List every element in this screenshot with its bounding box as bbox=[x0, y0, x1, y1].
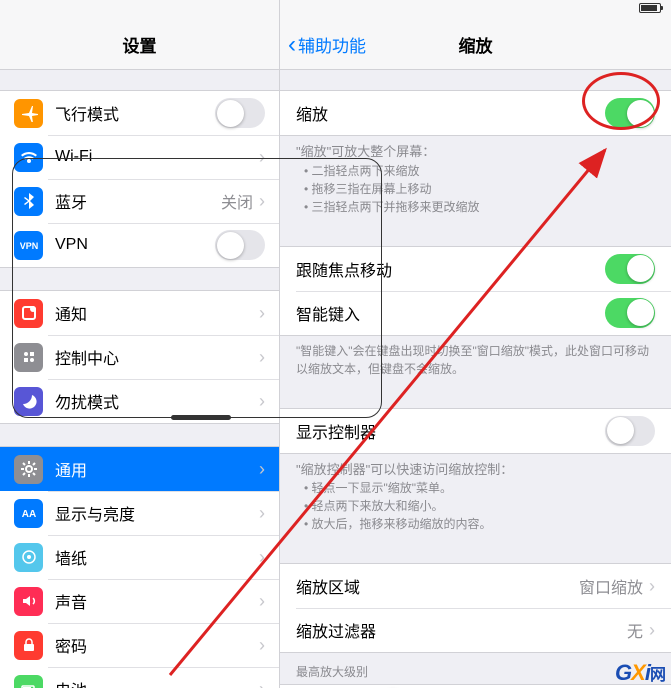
sidebar-label: 墙纸 bbox=[55, 545, 259, 569]
sidebar-item-airplane[interactable]: 飞行模式 bbox=[0, 91, 279, 135]
chevron-right-icon: › bbox=[259, 635, 265, 656]
status-bar-right bbox=[280, 0, 671, 20]
vpn-toggle[interactable] bbox=[215, 230, 265, 260]
settings-title: 设置 bbox=[123, 32, 157, 57]
back-button[interactable]: ‹ 辅助功能 bbox=[288, 31, 366, 59]
general-icon bbox=[14, 455, 43, 484]
control-icon bbox=[14, 343, 43, 372]
dnd-icon bbox=[14, 387, 43, 416]
sidebar-label: 电池 bbox=[55, 677, 259, 688]
row-label: 缩放 bbox=[296, 101, 605, 125]
passcode-icon bbox=[14, 631, 43, 660]
sidebar-label: 声音 bbox=[55, 589, 259, 613]
battery-icon bbox=[639, 3, 661, 13]
row-跟随焦点移动: 跟随焦点移动 bbox=[280, 247, 671, 291]
sidebar-label: 飞行模式 bbox=[55, 101, 215, 125]
chevron-right-icon: › bbox=[649, 620, 655, 641]
airplane-icon bbox=[14, 99, 43, 128]
sidebar-item-dnd[interactable]: 勿扰模式› bbox=[0, 379, 279, 423]
sidebar-label: 密码 bbox=[55, 633, 259, 657]
display-icon: AA bbox=[14, 499, 43, 528]
chevron-right-icon: › bbox=[259, 679, 265, 688]
chevron-right-icon: › bbox=[259, 547, 265, 568]
缩放区域-value: 窗口缩放 bbox=[579, 574, 643, 598]
智能键入-toggle[interactable] bbox=[605, 298, 655, 328]
settings-sidebar: 设置 飞行模式Wi-Fi›蓝牙关闭›VPNVPN通知›控制中心›勿扰模式›通用›… bbox=[0, 0, 280, 688]
row-缩放区域[interactable]: 缩放区域窗口缩放 › bbox=[280, 564, 671, 608]
bluetooth-icon bbox=[14, 187, 43, 216]
back-label: 辅助功能 bbox=[298, 32, 366, 57]
sidebar-item-display[interactable]: AA 显示与亮度› bbox=[0, 491, 279, 535]
缩放-toggle[interactable] bbox=[605, 98, 655, 128]
sidebar-item-passcode[interactable]: 密码› bbox=[0, 623, 279, 667]
svg-text:AA: AA bbox=[21, 509, 35, 520]
battery-icon bbox=[14, 675, 43, 688]
chevron-right-icon: › bbox=[649, 576, 655, 597]
sidebar-item-vpn[interactable]: VPN VPN bbox=[0, 223, 279, 267]
right-header: ‹ 辅助功能 缩放 bbox=[280, 20, 671, 70]
row-显示控制器: 显示控制器 bbox=[280, 409, 671, 453]
sidebar-label: VPN bbox=[55, 236, 215, 254]
row-缩放过滤器[interactable]: 缩放过滤器无 › bbox=[280, 608, 671, 652]
sidebar-label: Wi-Fi bbox=[55, 148, 253, 166]
row-缩放: 缩放 bbox=[280, 91, 671, 135]
跟随焦点移动-toggle[interactable] bbox=[605, 254, 655, 284]
sidebar-item-sound[interactable]: 声音› bbox=[0, 579, 279, 623]
chevron-right-icon: › bbox=[259, 459, 265, 480]
row-label: 跟随焦点移动 bbox=[296, 257, 605, 281]
notify-icon bbox=[14, 299, 43, 328]
sidebar-label: 蓝牙 bbox=[55, 189, 221, 213]
chevron-right-icon: › bbox=[259, 191, 265, 212]
watermark: GXi网 bbox=[615, 660, 665, 686]
row-label: 缩放区域 bbox=[296, 574, 579, 598]
chevron-left-icon: ‹ bbox=[288, 31, 296, 59]
airplane-toggle[interactable] bbox=[215, 98, 265, 128]
sidebar-label: 控制中心 bbox=[55, 345, 259, 369]
sidebar-item-general[interactable]: 通用› bbox=[0, 447, 279, 491]
sidebar-item-wallpaper[interactable]: 墙纸› bbox=[0, 535, 279, 579]
row-label: 智能键入 bbox=[296, 301, 605, 325]
zoom-title: 缩放 bbox=[459, 32, 493, 57]
detail-pane: ‹ 辅助功能 缩放 缩放 "缩放"可放大整个屏幕：• 二指轻点两下来缩放• 拖移三… bbox=[280, 0, 671, 688]
sidebar-label: 通知 bbox=[55, 301, 259, 325]
row-label: 缩放过滤器 bbox=[296, 618, 627, 642]
缩放过滤器-value: 无 bbox=[627, 618, 643, 642]
section-hint: "缩放"可放大整个屏幕：• 二指轻点两下来缩放• 拖移三指在屏幕上移动• 三指轻… bbox=[280, 136, 671, 226]
sidebar-item-battery[interactable]: 电池› bbox=[0, 667, 279, 688]
sound-icon bbox=[14, 587, 43, 616]
chevron-right-icon: › bbox=[259, 391, 265, 412]
wallpaper-icon bbox=[14, 543, 43, 572]
sidebar-label: 通用 bbox=[55, 457, 259, 481]
svg-text:VPN: VPN bbox=[20, 241, 38, 251]
vpn-icon: VPN bbox=[14, 231, 43, 260]
sidebar-scroll[interactable]: 飞行模式Wi-Fi›蓝牙关闭›VPNVPN通知›控制中心›勿扰模式›通用›AA显… bbox=[0, 70, 279, 688]
section-header: 最高放大级别 bbox=[280, 653, 671, 684]
row-智能键入: 智能键入 bbox=[280, 291, 671, 335]
chevron-right-icon: › bbox=[259, 503, 265, 524]
sidebar-item-notify[interactable]: 通知› bbox=[0, 291, 279, 335]
sidebar-item-bluetooth[interactable]: 蓝牙关闭 › bbox=[0, 179, 279, 223]
chevron-right-icon: › bbox=[259, 591, 265, 612]
bluetooth-value: 关闭 bbox=[221, 189, 253, 213]
section-hint: "智能键入"会在键盘出现时切换至"窗口缩放"模式，此处窗口可移动以缩放文本，但键… bbox=[280, 336, 671, 388]
sidebar-item-wifi[interactable]: Wi-Fi › bbox=[0, 135, 279, 179]
status-bar-left bbox=[0, 0, 279, 20]
detail-scroll[interactable]: 缩放 "缩放"可放大整个屏幕：• 二指轻点两下来缩放• 拖移三指在屏幕上移动• 三… bbox=[280, 70, 671, 688]
row-label: 显示控制器 bbox=[296, 419, 605, 443]
wifi-icon bbox=[14, 143, 43, 172]
chevron-right-icon: › bbox=[259, 303, 265, 324]
sidebar-label: 勿扰模式 bbox=[55, 389, 259, 413]
显示控制器-toggle[interactable] bbox=[605, 416, 655, 446]
chevron-right-icon: › bbox=[259, 347, 265, 368]
left-header: 设置 bbox=[0, 20, 279, 70]
chevron-right-icon: › bbox=[259, 147, 265, 168]
sidebar-label: 显示与亮度 bbox=[55, 501, 259, 525]
section-hint: "缩放控制器"可以快速访问缩放控制：• 轻点一下显示"缩放"菜单。• 轻点两下来… bbox=[280, 454, 671, 544]
sidebar-item-control[interactable]: 控制中心› bbox=[0, 335, 279, 379]
